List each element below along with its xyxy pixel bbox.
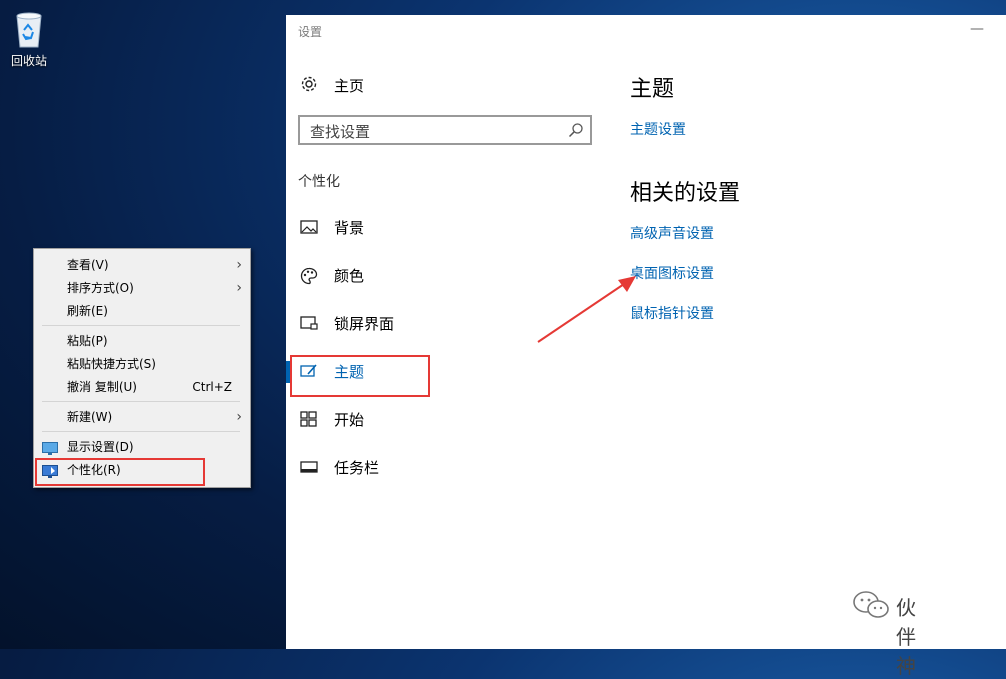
wechat-icon <box>852 590 890 625</box>
related-settings-heading: 相关的设置 <box>630 181 741 206</box>
link-advanced-sound[interactable]: 高级声音设置 <box>630 223 714 243</box>
annotation-arrow <box>537 276 636 343</box>
section-header-personalization: 个性化 <box>298 174 340 190</box>
palette-icon <box>300 267 318 289</box>
menu-separator <box>42 401 240 402</box>
chevron-right-icon: › <box>236 257 242 273</box>
gear-icon <box>300 75 318 97</box>
chevron-right-icon: › <box>236 280 242 296</box>
minimize-button[interactable]: — <box>970 21 984 37</box>
page-title: 主题 <box>630 77 675 102</box>
desktop-context-menu: 查看(V) › 排序方式(O) › 刷新(E) 粘贴(P) 粘贴快捷方式(S) … <box>33 248 251 488</box>
nav-taskbar[interactable]: 任务栏 <box>300 453 560 483</box>
menu-item-paste[interactable]: 粘贴(P) <box>34 330 250 352</box>
search-settings-input[interactable]: 查找设置 <box>298 115 592 145</box>
search-icon <box>568 122 584 142</box>
recycle-bin[interactable]: 回收站 <box>6 10 52 69</box>
start-grid-icon <box>300 411 318 431</box>
picture-icon <box>300 219 318 239</box>
nav-home[interactable]: 主页 <box>300 73 500 97</box>
lockscreen-icon <box>300 315 318 335</box>
display-icon <box>42 440 58 455</box>
chevron-right-icon: › <box>236 409 242 425</box>
search-placeholder: 查找设置 <box>310 123 371 141</box>
nav-background[interactable]: 背景 <box>300 213 560 243</box>
shortcut-label: Ctrl+Z <box>192 380 232 394</box>
menu-item-refresh[interactable]: 刷新(E) <box>34 300 250 322</box>
recycle-bin-icon <box>13 10 45 48</box>
nav-lock-screen[interactable]: 锁屏界面 <box>300 309 560 339</box>
settings-window: 设置 — 主页 查找设置 个性化 背景 颜色 锁屏界面 主题 开始 任务栏 主题… <box>286 15 1006 649</box>
window-title: 设置 <box>298 25 323 39</box>
menu-item-display-settings[interactable]: 显示设置(D) <box>34 436 250 458</box>
link-theme-settings[interactable]: 主题设置 <box>630 119 686 139</box>
taskbar-icon <box>300 459 318 479</box>
menu-separator <box>42 431 240 432</box>
menu-separator <box>42 325 240 326</box>
menu-item-undo-copy[interactable]: 撤消 复制(U) Ctrl+Z <box>34 376 250 398</box>
menu-item-paste-shortcut[interactable]: 粘贴快捷方式(S) <box>34 353 250 375</box>
annotation-box-personalize <box>35 458 205 486</box>
annotation-box-themes <box>290 355 430 397</box>
recycle-bin-label: 回收站 <box>10 54 47 68</box>
menu-item-sort[interactable]: 排序方式(O) › <box>34 277 250 299</box>
watermark-text: 伙伴神 <box>896 596 916 678</box>
nav-colors[interactable]: 颜色 <box>300 261 560 291</box>
menu-item-view[interactable]: 查看(V) › <box>34 254 250 276</box>
nav-start[interactable]: 开始 <box>300 405 560 435</box>
menu-item-new[interactable]: 新建(W) › <box>34 406 250 428</box>
